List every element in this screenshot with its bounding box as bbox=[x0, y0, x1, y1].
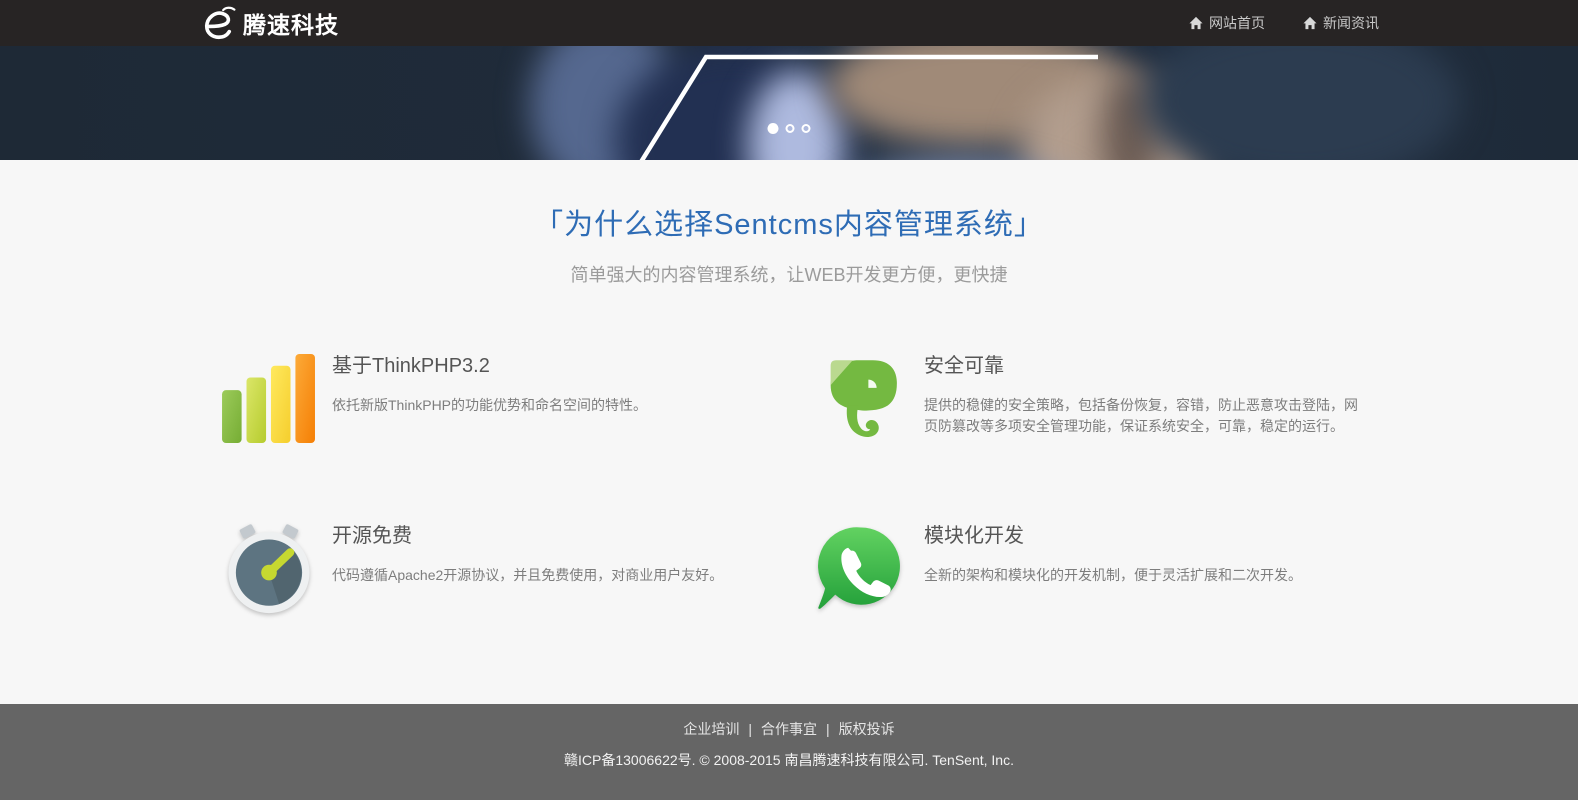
feature-title: 基于ThinkPHP3.2 bbox=[332, 354, 647, 378]
bar-chart-icon bbox=[219, 352, 319, 444]
feature-modular: 模块化开发 全新的架构和模块化的开发机制，便于灵活扩展和二次开发。 bbox=[789, 522, 1359, 614]
feature-desc: 依托新版ThinkPHP的功能优势和命名空间的特性。 bbox=[332, 395, 647, 416]
feature-desc: 提供的稳健的安全策略，包括备份恢复，容错，防止恶意攻击登陆，网页防篡改等多项安全… bbox=[924, 395, 1359, 437]
hero-carousel bbox=[0, 46, 1578, 160]
top-header: 腾速科技 网站首页 新闻资 bbox=[0, 0, 1578, 46]
footer-link-training[interactable]: 企业培训 bbox=[683, 721, 739, 737]
feature-title: 安全可靠 bbox=[924, 354, 1359, 378]
feature-opensource: 开源免费 代码遵循Apache2开源协议，并且免费使用，对商业用户友好。 bbox=[219, 522, 789, 614]
feature-desc: 全新的架构和模块化的开发机制，便于灵活扩展和二次开发。 bbox=[924, 565, 1302, 586]
nav-item-label: 新闻资讯 bbox=[1323, 13, 1379, 33]
brand-name: 腾速科技 bbox=[243, 6, 339, 40]
section-title: 「为什么选择Sentcms内容管理系统」 bbox=[0, 208, 1578, 243]
feature-grid: 基于ThinkPHP3.2 依托新版ThinkPHP的功能优势和命名空间的特性。… bbox=[219, 352, 1359, 614]
copyright-text: 赣ICP备13006622号. © 2008-2015 南昌腾速科技有限公司. … bbox=[0, 750, 1578, 770]
logo-e-icon bbox=[199, 5, 237, 41]
feature-thinkphp: 基于ThinkPHP3.2 依托新版ThinkPHP的功能优势和命名空间的特性。 bbox=[219, 352, 789, 444]
carousel-dot-1[interactable] bbox=[768, 123, 779, 134]
carousel-dot-2[interactable] bbox=[786, 124, 795, 133]
footer-links: 企业培训 | 合作事宜 | 版权投诉 bbox=[0, 719, 1578, 739]
feature-title: 模块化开发 bbox=[924, 524, 1302, 548]
nav-item-label: 网站首页 bbox=[1209, 13, 1265, 33]
footer-divider: | bbox=[826, 721, 830, 737]
home-icon bbox=[1303, 16, 1317, 30]
home-icon bbox=[1189, 16, 1203, 30]
footer-divider: | bbox=[748, 721, 752, 737]
whatsapp-icon bbox=[811, 522, 911, 614]
page: 腾速科技 网站首页 新闻资 bbox=[0, 0, 1578, 800]
footer-link-copyright-complaint[interactable]: 版权投诉 bbox=[839, 721, 895, 737]
stopwatch-icon bbox=[219, 522, 319, 614]
main-nav: 网站首页 新闻资讯 bbox=[1189, 13, 1379, 33]
footer-link-cooperation[interactable]: 合作事宜 bbox=[761, 721, 817, 737]
section-subtitle: 简单强大的内容管理系统，让WEB开发更方便，更快捷 bbox=[0, 265, 1578, 287]
banner-diagonal-line bbox=[0, 46, 1578, 160]
brand-logo[interactable]: 腾速科技 bbox=[199, 5, 339, 41]
carousel-dots bbox=[768, 123, 811, 134]
nav-item-home[interactable]: 网站首页 bbox=[1189, 13, 1265, 33]
page-footer: 企业培训 | 合作事宜 | 版权投诉 赣ICP备13006622号. © 2008-20… bbox=[0, 704, 1578, 800]
feature-security: 安全可靠 提供的稳健的安全策略，包括备份恢复，容错，防止恶意攻击登陆，网页防篡改… bbox=[789, 352, 1359, 444]
elephant-icon bbox=[811, 352, 911, 444]
carousel-dot-3[interactable] bbox=[802, 124, 811, 133]
feature-desc: 代码遵循Apache2开源协议，并且免费使用，对商业用户友好。 bbox=[332, 565, 723, 586]
main-content: 「为什么选择Sentcms内容管理系统」 简单强大的内容管理系统，让WEB开发更… bbox=[0, 160, 1578, 704]
feature-title: 开源免费 bbox=[332, 524, 723, 548]
nav-item-news[interactable]: 新闻资讯 bbox=[1303, 13, 1379, 33]
